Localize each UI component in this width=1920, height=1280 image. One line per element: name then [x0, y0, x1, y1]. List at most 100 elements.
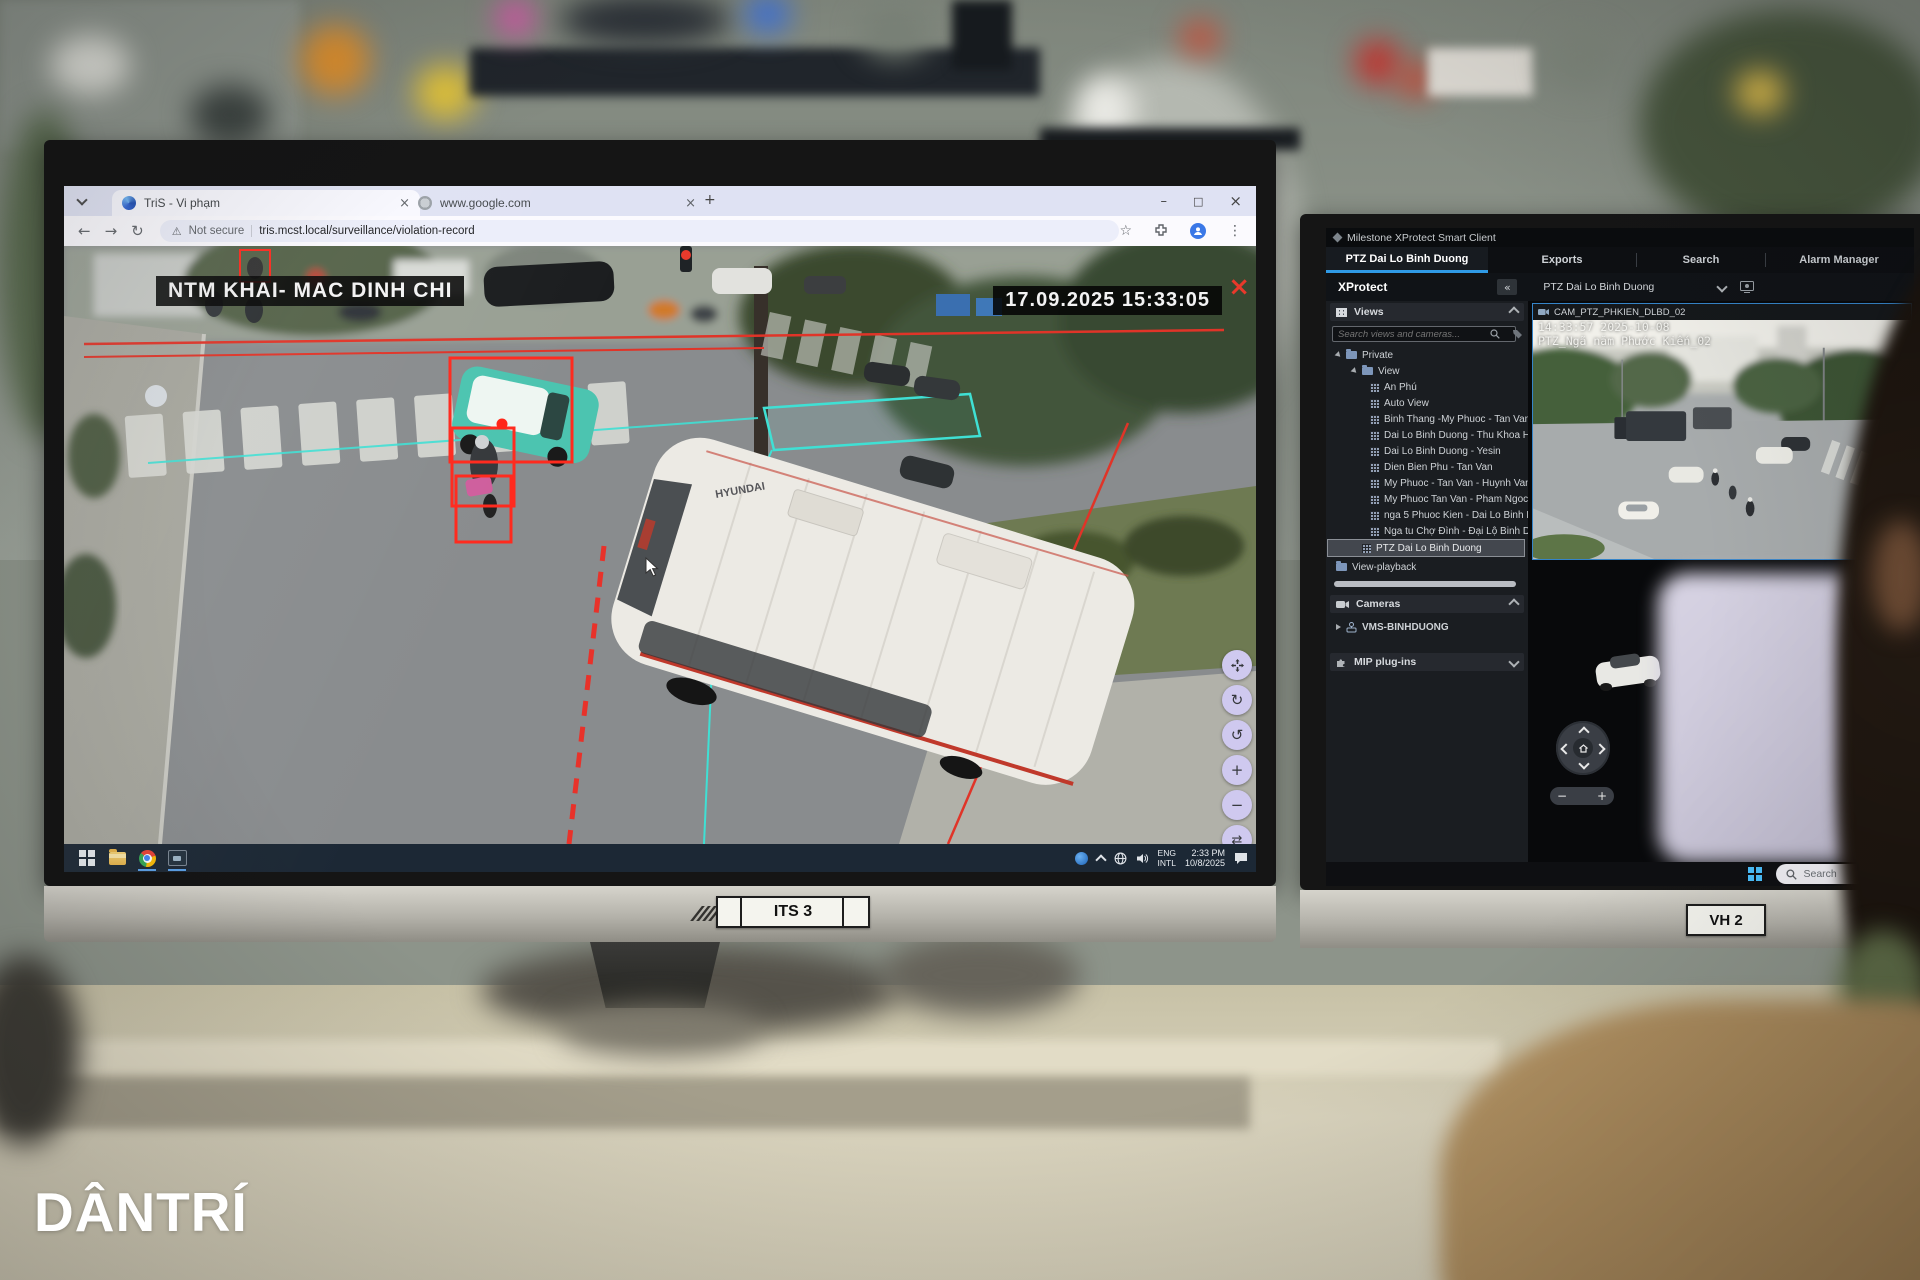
- rotate-cw-button[interactable]: ↻: [1222, 685, 1252, 715]
- ptz-zoom-rocker[interactable]: − +: [1550, 787, 1614, 805]
- speaker-icon[interactable]: [1136, 852, 1149, 865]
- tab-close-icon[interactable]: ×: [685, 196, 696, 211]
- video-timestamp: 17.09.2025 15:33:05: [993, 286, 1222, 315]
- network-globe-icon[interactable]: [1114, 852, 1127, 865]
- close-button[interactable]: ×: [1229, 192, 1242, 210]
- maximize-button[interactable]: □: [1193, 195, 1203, 208]
- tab-tris[interactable]: TriS - Vi phạm ×: [112, 190, 420, 216]
- not-secure-label: Not secure: [189, 225, 245, 237]
- view-item[interactable]: Dien Bien Phu - Tan Van: [1370, 459, 1493, 475]
- browser-menu-icon[interactable]: ⋮: [1228, 223, 1242, 239]
- tab-ptz-dai-lo-binh-duong[interactable]: PTZ Dai Lo Binh Duong: [1326, 247, 1488, 273]
- start-button[interactable]: [72, 844, 102, 872]
- tab-exports[interactable]: Exports: [1488, 247, 1636, 273]
- folder-icon: [1346, 351, 1357, 359]
- zoom-in-button[interactable]: +: [1222, 755, 1252, 785]
- expand-mip-chevron[interactable]: [1508, 656, 1519, 667]
- tray-expand-chevron[interactable]: [1095, 854, 1106, 865]
- view-item[interactable]: Nga tu Chợ Đình - Đại Lộ Binh Dương: [1370, 523, 1554, 539]
- ptz-down-arrow[interactable]: [1578, 758, 1589, 769]
- video-close-icon[interactable]: ×: [1228, 272, 1250, 302]
- view-item[interactable]: Binh Thang -My Phuoc - Tan Van: [1370, 411, 1530, 427]
- ptz-camera-tile[interactable]: CAM_PTZ_PHKIEN_DLBD_02: [1532, 303, 1912, 560]
- expand-triangle[interactable]: [1336, 624, 1341, 630]
- ptz-right-arrow[interactable]: [1594, 743, 1605, 754]
- tab-search-chevron-icon[interactable]: [76, 194, 87, 205]
- horizontal-scrollbar[interactable]: [1334, 581, 1516, 587]
- collapse-cameras-chevron[interactable]: [1508, 598, 1519, 609]
- view-grid-icon: [1362, 544, 1371, 553]
- tab-alarm-manager[interactable]: Alarm Manager: [1766, 247, 1912, 273]
- not-secure-warning-icon: ⚠: [172, 225, 182, 238]
- profile-avatar[interactable]: [1190, 223, 1206, 239]
- view-item[interactable]: Auto View: [1370, 395, 1429, 411]
- setup-icon[interactable]: [1740, 281, 1754, 293]
- camera-location-label: NTM KHAI- MAC DINH CHI: [156, 276, 464, 306]
- view-item-selected[interactable]: PTZ Dai Lo Binh Duong: [1328, 540, 1524, 556]
- ptz-direction-pad[interactable]: [1556, 721, 1610, 775]
- ptz-left-arrow[interactable]: [1560, 743, 1571, 754]
- desk: [0, 985, 1920, 1280]
- rotate-ccw-button[interactable]: ↺: [1222, 720, 1252, 750]
- tab-search[interactable]: Search: [1637, 247, 1765, 273]
- file-explorer-icon[interactable]: [102, 844, 132, 872]
- notification-icon[interactable]: [1234, 852, 1248, 865]
- view-selector-chevron[interactable]: [1717, 281, 1728, 292]
- view-item[interactable]: An Phú: [1370, 379, 1417, 395]
- win11-start-button[interactable]: [1748, 867, 1762, 881]
- address-bar[interactable]: ⚠ Not secure tris.mcst.local/surveillanc…: [160, 220, 1120, 242]
- tree-folder-private[interactable]: Private: [1336, 347, 1393, 363]
- ptz-zoom-in[interactable]: +: [1597, 789, 1607, 803]
- fullscreen-button[interactable]: [1222, 650, 1252, 680]
- tree-folder-view-playback[interactable]: View-playback: [1336, 559, 1416, 575]
- views-search-input[interactable]: [1332, 326, 1516, 342]
- view-item[interactable]: Dai Lo Binh Duong - Thu Khoa Huan: [1370, 427, 1547, 443]
- selected-view-name[interactable]: PTZ Dai Lo Binh Duong: [1543, 281, 1654, 293]
- tray-date: 10/8/2025: [1185, 858, 1225, 868]
- expand-triangle[interactable]: [1335, 351, 1343, 359]
- active-app-indicator: [168, 869, 186, 871]
- camera-tile-title: CAM_PTZ_PHKIEN_DLBD_02: [1554, 307, 1685, 318]
- language-indicator[interactable]: ENG INTL: [1158, 848, 1176, 868]
- windows-search-pill[interactable]: Search: [1776, 864, 1902, 884]
- globe-favicon: [418, 196, 432, 210]
- collapse-sidebar-button[interactable]: «: [1497, 279, 1517, 295]
- view-grid-icon: [1370, 431, 1379, 440]
- new-tab-button[interactable]: +: [704, 192, 716, 208]
- ptz-zoom-out[interactable]: −: [1557, 789, 1567, 803]
- news-watermark: DÂNTRÍ: [34, 1180, 248, 1244]
- bookmark-star-icon[interactable]: ☆: [1119, 223, 1132, 239]
- back-button[interactable]: ←: [78, 222, 91, 240]
- extensions-icon[interactable]: [1154, 224, 1168, 238]
- view-grid-icon: [1370, 415, 1379, 424]
- views-panel-header[interactable]: Views: [1330, 303, 1524, 321]
- clock[interactable]: 2:33 PM 10/8/2025: [1185, 848, 1225, 868]
- cameras-panel-header[interactable]: Cameras: [1330, 595, 1524, 613]
- xprotect-tabs: PTZ Dai Lo Binh Duong Exports Search Ala…: [1326, 247, 1914, 273]
- search-placeholder: Search: [1804, 868, 1837, 880]
- minimize-button[interactable]: –: [1161, 194, 1168, 209]
- expand-icon: [1231, 659, 1244, 672]
- sync-button[interactable]: ⇄: [1222, 825, 1252, 844]
- xprotect-body: Views Private View An Phú Auto View Binh…: [1326, 301, 1914, 862]
- tree-folder-view[interactable]: View: [1352, 363, 1400, 379]
- camera-server-row[interactable]: VMS-BINHDUONG: [1336, 619, 1449, 635]
- chrome-taskbar-icon[interactable]: [132, 844, 162, 872]
- collapse-views-chevron[interactable]: [1508, 306, 1519, 317]
- expand-triangle[interactable]: [1351, 367, 1359, 375]
- help-tray-icon[interactable]: [1075, 852, 1088, 865]
- reload-button[interactable]: ↻: [131, 222, 144, 240]
- tag-filter-icon[interactable]: [1512, 329, 1523, 339]
- media-app-icon[interactable]: [162, 844, 192, 872]
- view-item[interactable]: My Phuoc - Tan Van - Huynh Van Luy: [1370, 475, 1550, 491]
- view-item[interactable]: Dai Lo Binh Duong - Yesin: [1370, 443, 1501, 459]
- zoom-out-button[interactable]: −: [1222, 790, 1252, 820]
- ptz-home-button[interactable]: [1573, 738, 1593, 758]
- mip-plugins-header[interactable]: MIP plug-ins: [1330, 653, 1524, 671]
- window-title: Milestone XProtect Smart Client: [1347, 232, 1496, 244]
- forward-button[interactable]: →: [105, 222, 118, 240]
- ptz-camera-video: 14:33:57 2025-10-08 PTZ_Ngã năm Phước Ki…: [1533, 320, 1911, 559]
- browser-tab-strip: TriS - Vi phạm × www.google.com × + – □ …: [64, 186, 1256, 216]
- tab-google[interactable]: www.google.com ×: [408, 190, 706, 216]
- ptz-up-arrow[interactable]: [1578, 726, 1589, 737]
